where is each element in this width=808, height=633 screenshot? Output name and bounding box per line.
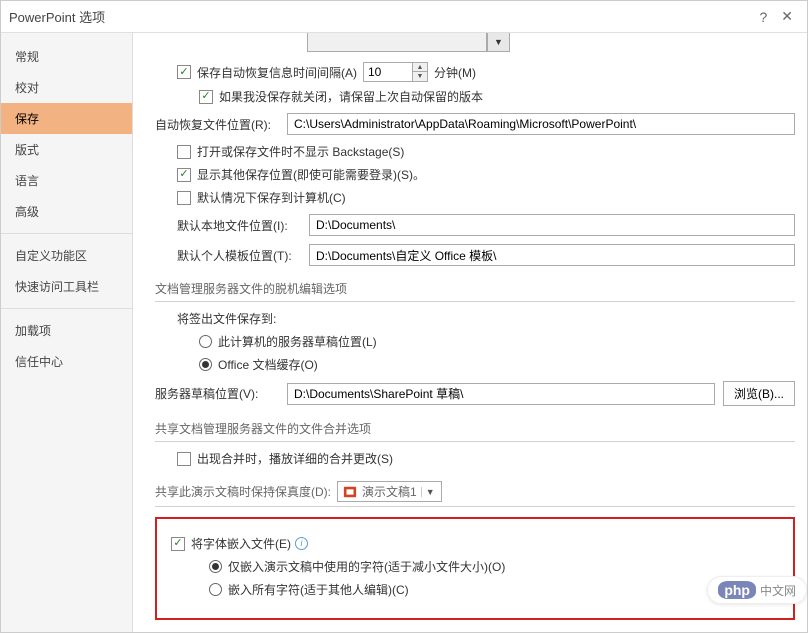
show-other-locations-label: 显示其他保存位置(即使可能需要登录)(S)。 bbox=[197, 166, 425, 183]
embed-fonts-checkbox[interactable] bbox=[171, 537, 185, 551]
keep-last-label: 如果我没保存就关闭，请保留上次自动保留的版本 bbox=[219, 88, 483, 105]
hide-backstage-checkbox[interactable] bbox=[177, 145, 191, 159]
presentation-dropdown-value: 演示文稿1 bbox=[362, 483, 421, 500]
keep-last-checkbox[interactable] bbox=[199, 90, 213, 104]
autorecover-location-row: 自动恢复文件位置(R): bbox=[155, 113, 795, 135]
autosave-label: 保存自动恢复信息时间间隔(A) bbox=[197, 64, 357, 81]
fidelity-header-text: 共享此演示文稿时保持保真度(D): bbox=[155, 483, 331, 500]
default-template-label: 默认个人模板位置(T): bbox=[177, 247, 309, 264]
server-drafts-radio-row: 此计算机的服务器草稿位置(L) bbox=[199, 333, 795, 350]
titlebar: PowerPoint 选项 ? ✕ bbox=[1, 1, 807, 33]
save-format-dropdown[interactable] bbox=[307, 33, 487, 52]
embed-fonts-row: 将字体嵌入文件(E) i bbox=[171, 535, 779, 552]
autosave-interval-spinner[interactable]: ▲ ▼ bbox=[363, 62, 428, 82]
autorecover-location-label: 自动恢复文件位置(R): bbox=[155, 116, 287, 133]
hide-backstage-label: 打开或保存文件时不显示 Backstage(S) bbox=[197, 143, 404, 160]
office-cache-radio-label: Office 文档缓存(O) bbox=[218, 356, 318, 373]
browse-button[interactable]: 浏览(B)... bbox=[723, 381, 795, 406]
office-cache-radio[interactable] bbox=[199, 358, 212, 371]
sidebar-item-quick-access[interactable]: 快速访问工具栏 bbox=[1, 271, 132, 302]
watermark-text: 中文网 bbox=[760, 582, 796, 599]
keep-last-row: 如果我没保存就关闭，请保留上次自动保留的版本 bbox=[199, 88, 795, 105]
default-template-row: 默认个人模板位置(T): bbox=[177, 244, 795, 266]
autorecover-location-input[interactable] bbox=[287, 113, 795, 135]
sidebar-separator bbox=[1, 308, 132, 309]
sidebar-item-customize-ribbon[interactable]: 自定义功能区 bbox=[1, 240, 132, 271]
help-button[interactable]: ? bbox=[751, 9, 775, 25]
spinner-down-icon[interactable]: ▼ bbox=[413, 72, 427, 81]
window-title: PowerPoint 选项 bbox=[9, 7, 751, 26]
server-drafts-radio[interactable] bbox=[199, 335, 212, 348]
dialog-body: 常规 校对 保存 版式 语言 高级 自定义功能区 快速访问工具栏 加载项 信任中… bbox=[1, 33, 807, 632]
autosave-checkbox[interactable] bbox=[177, 65, 191, 79]
sidebar-item-proofing[interactable]: 校对 bbox=[1, 72, 132, 103]
default-template-input[interactable] bbox=[309, 244, 795, 266]
sidebar-item-addins[interactable]: 加载项 bbox=[1, 315, 132, 346]
autosave-unit-label: 分钟(M) bbox=[434, 64, 476, 81]
sidebar: 常规 校对 保存 版式 语言 高级 自定义功能区 快速访问工具栏 加载项 信任中… bbox=[1, 33, 133, 632]
detail-merge-checkbox[interactable] bbox=[177, 452, 191, 466]
server-drafts-location-row: 服务器草稿位置(V): 浏览(B)... bbox=[155, 381, 795, 406]
chevron-down-icon[interactable]: ▼ bbox=[421, 487, 439, 497]
presentation-dropdown[interactable]: 演示文稿1 ▼ bbox=[337, 481, 442, 502]
powerpoint-file-icon bbox=[342, 485, 358, 499]
sidebar-item-trust-center[interactable]: 信任中心 bbox=[1, 346, 132, 377]
fidelity-section-header: 共享此演示文稿时保持保真度(D): 演示文稿1 ▼ bbox=[155, 481, 795, 507]
sidebar-separator bbox=[1, 233, 132, 234]
embed-subset-label: 仅嵌入演示文稿中使用的字符(适于减小文件大小)(O) bbox=[228, 558, 505, 575]
default-computer-label: 默认情况下保存到计算机(C) bbox=[197, 189, 346, 206]
embed-subset-radio[interactable] bbox=[209, 560, 222, 573]
merge-section-header: 共享文档管理服务器文件的文件合并选项 bbox=[155, 420, 795, 442]
close-button[interactable]: ✕ bbox=[775, 8, 799, 25]
default-local-input[interactable] bbox=[309, 214, 795, 236]
php-logo-icon: php bbox=[718, 581, 756, 599]
default-local-row: 默认本地文件位置(I): bbox=[177, 214, 795, 236]
sidebar-item-advanced[interactable]: 高级 bbox=[1, 196, 132, 227]
info-icon[interactable]: i bbox=[295, 537, 308, 550]
embed-all-label: 嵌入所有字符(适于其他人编辑)(C) bbox=[228, 581, 409, 598]
main-panel: ▼ 保存自动恢复信息时间间隔(A) ▲ ▼ 分钟(M) 如果我没保存就关闭，请保… bbox=[133, 33, 807, 632]
default-local-label: 默认本地文件位置(I): bbox=[177, 217, 309, 234]
hide-backstage-row: 打开或保存文件时不显示 Backstage(S) bbox=[177, 143, 795, 160]
cutoff-row: ▼ bbox=[177, 33, 795, 52]
autosave-row: 保存自动恢复信息时间间隔(A) ▲ ▼ 分钟(M) bbox=[177, 62, 795, 82]
default-computer-row: 默认情况下保存到计算机(C) bbox=[177, 189, 795, 206]
server-drafts-radio-label: 此计算机的服务器草稿位置(L) bbox=[218, 333, 377, 350]
spinner-up-icon[interactable]: ▲ bbox=[413, 63, 427, 72]
detail-merge-label: 出现合并时，播放详细的合并更改(S) bbox=[197, 450, 393, 467]
chevron-down-icon[interactable]: ▼ bbox=[487, 33, 510, 52]
offline-section-header: 文档管理服务器文件的脱机编辑选项 bbox=[155, 280, 795, 302]
watermark: php 中文网 bbox=[707, 576, 807, 604]
sidebar-item-layout[interactable]: 版式 bbox=[1, 134, 132, 165]
checkout-label: 将签出文件保存到: bbox=[177, 310, 276, 327]
show-other-locations-row: 显示其他保存位置(即使可能需要登录)(S)。 bbox=[177, 166, 795, 183]
show-other-locations-checkbox[interactable] bbox=[177, 168, 191, 182]
server-drafts-location-label: 服务器草稿位置(V): bbox=[155, 385, 287, 402]
embed-all-row: 嵌入所有字符(适于其他人编辑)(C) bbox=[209, 581, 779, 598]
embed-fonts-label: 将字体嵌入文件(E) bbox=[191, 535, 291, 552]
embed-subset-row: 仅嵌入演示文稿中使用的字符(适于减小文件大小)(O) bbox=[209, 558, 779, 575]
server-drafts-location-input[interactable] bbox=[287, 383, 715, 405]
embed-all-radio[interactable] bbox=[209, 583, 222, 596]
embed-fonts-highlight-box: 将字体嵌入文件(E) i 仅嵌入演示文稿中使用的字符(适于减小文件大小)(O) … bbox=[155, 517, 795, 620]
default-computer-checkbox[interactable] bbox=[177, 191, 191, 205]
sidebar-item-language[interactable]: 语言 bbox=[1, 165, 132, 196]
checkout-label-row: 将签出文件保存到: bbox=[177, 310, 795, 327]
sidebar-item-save[interactable]: 保存 bbox=[1, 103, 132, 134]
autosave-interval-input[interactable] bbox=[364, 63, 412, 81]
sidebar-item-general[interactable]: 常规 bbox=[1, 41, 132, 72]
options-dialog: PowerPoint 选项 ? ✕ 常规 校对 保存 版式 语言 高级 自定义功… bbox=[0, 0, 808, 633]
office-cache-radio-row: Office 文档缓存(O) bbox=[199, 356, 795, 373]
detail-merge-row: 出现合并时，播放详细的合并更改(S) bbox=[177, 450, 795, 467]
